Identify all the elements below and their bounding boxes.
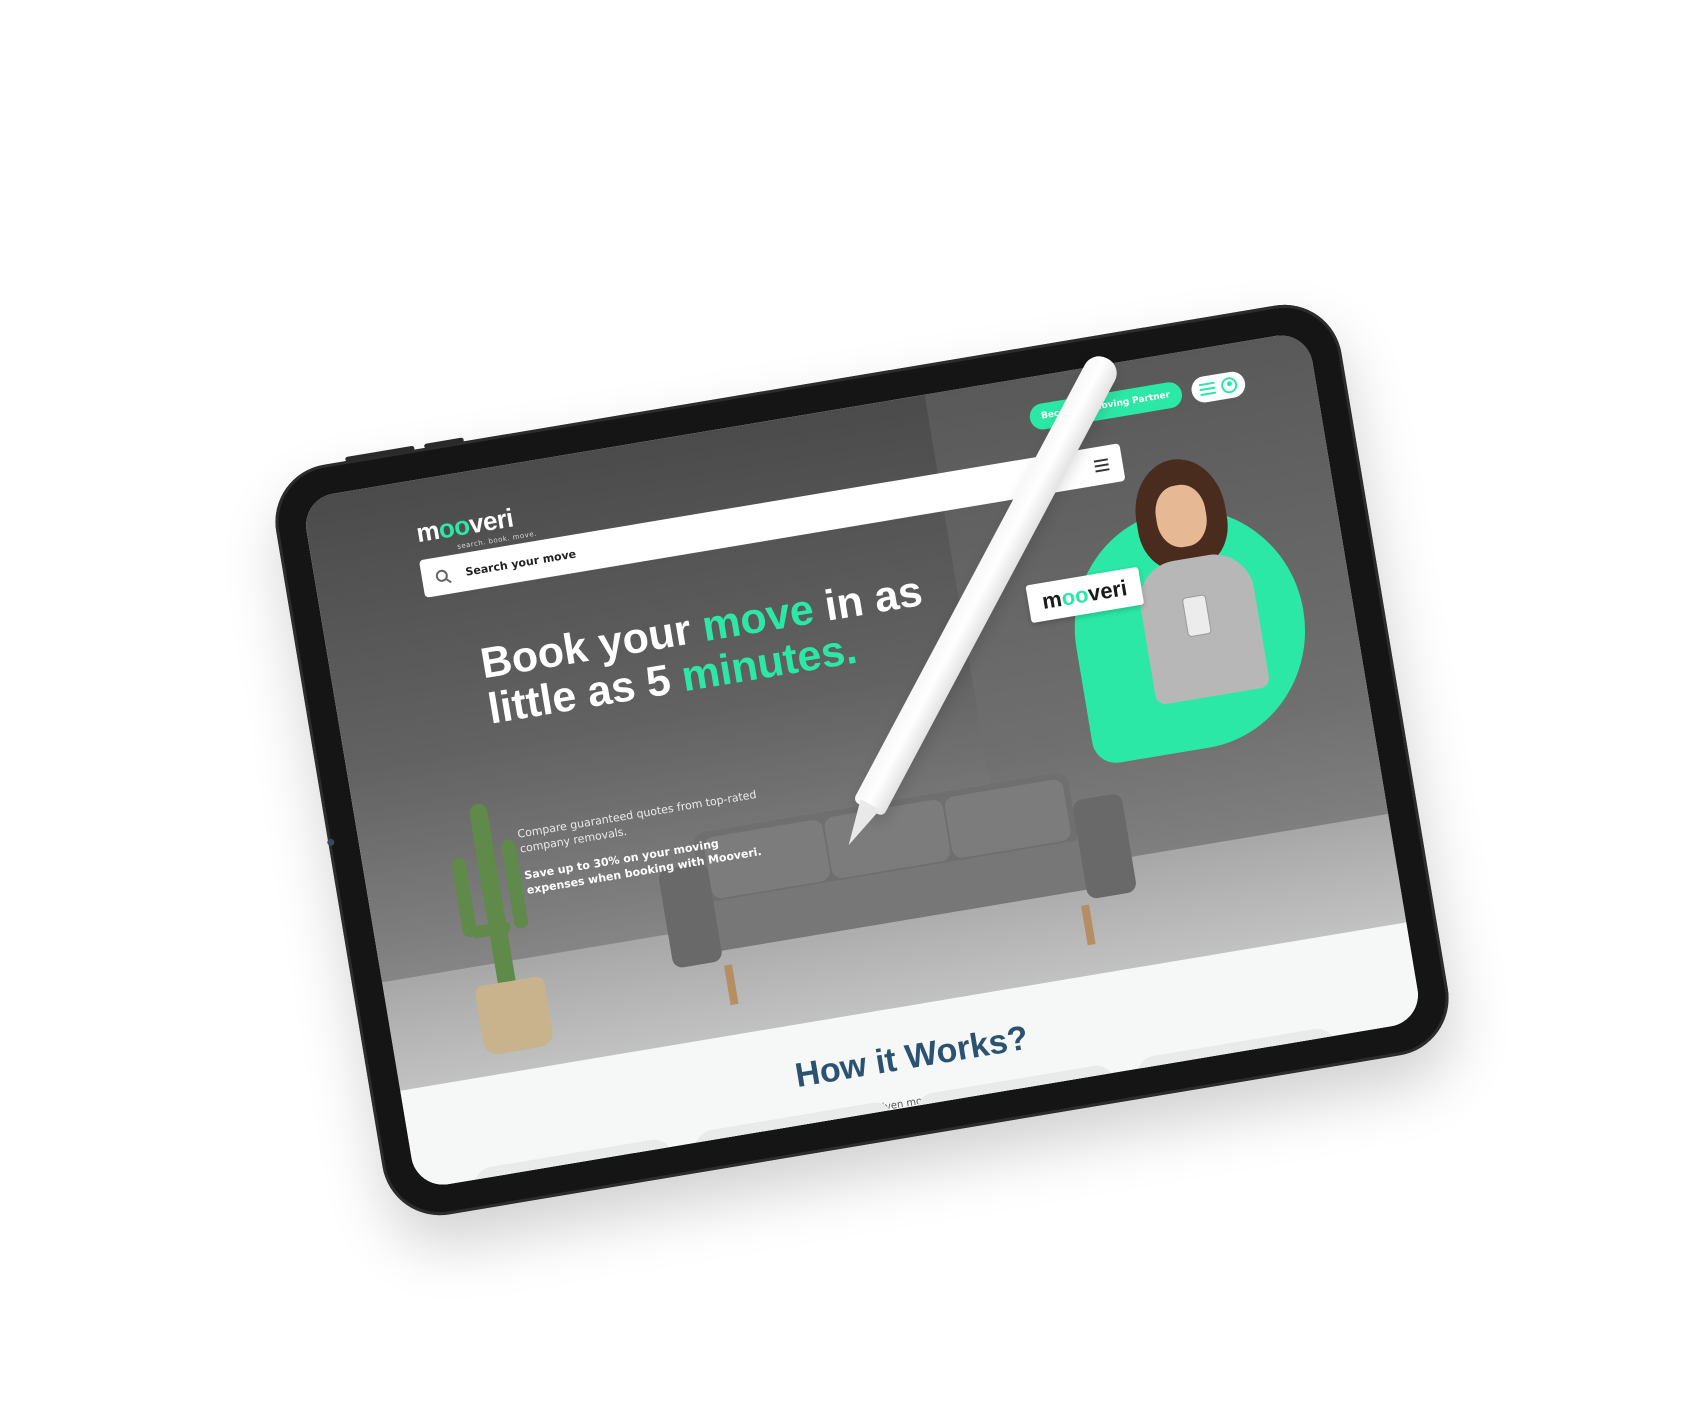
hamburger-icon[interactable] <box>1198 381 1217 397</box>
search-icon[interactable] <box>434 568 449 583</box>
search-input[interactable]: Search your move <box>464 547 576 578</box>
hero-promo-image: mooveri <box>1014 452 1324 783</box>
user-icon[interactable] <box>1219 376 1239 395</box>
mockup-stage: mooveri search. book. move. Become a Mov… <box>0 0 1700 1417</box>
tablet-device: mooveri search. book. move. Become a Mov… <box>266 296 1458 1224</box>
hero-headline: Book your move in as little as 5 minutes… <box>477 567 926 735</box>
